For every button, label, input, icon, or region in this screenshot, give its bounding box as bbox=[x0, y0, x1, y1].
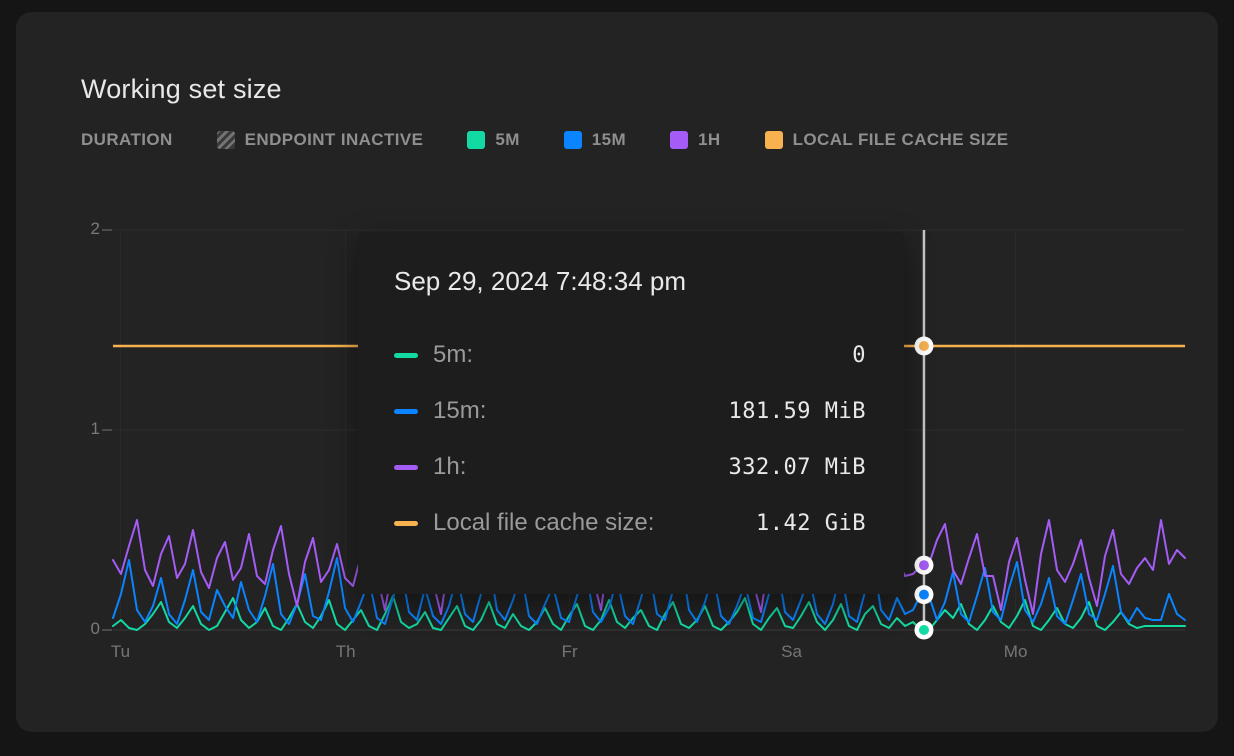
x-tick-label: Fr bbox=[540, 642, 600, 662]
tooltip-row-value: 181.59 MiB bbox=[729, 399, 866, 424]
series-dash-icon bbox=[394, 465, 418, 470]
x-tick-label: Mo bbox=[986, 642, 1046, 662]
working-set-size-card: Working set size DURATION ENDPOINT INACT… bbox=[16, 12, 1218, 732]
y-tick-label: 2 bbox=[56, 219, 100, 239]
cursor-marker-1h bbox=[919, 560, 929, 570]
tooltip-row: 5m: 0 bbox=[394, 327, 866, 383]
tooltip-row-label: 1h: bbox=[433, 453, 466, 481]
tooltip-row-value: 0 bbox=[852, 343, 866, 368]
series-dash-icon bbox=[394, 521, 418, 526]
tooltip-row-label: 15m: bbox=[433, 397, 486, 425]
tooltip-row: 15m: 181.59 MiB bbox=[394, 383, 866, 439]
y-tick-label: 1 bbox=[56, 419, 100, 439]
cursor-marker-15m bbox=[919, 590, 929, 600]
tooltip-row-label: 5m: bbox=[433, 341, 473, 369]
series-dash-icon bbox=[394, 409, 418, 414]
tooltip-row-value: 332.07 MiB bbox=[729, 455, 866, 480]
cursor-marker-5m bbox=[919, 625, 929, 635]
tooltip-row: Local file cache size: 1.42 GiB bbox=[394, 495, 866, 551]
y-tick-label: 0 bbox=[56, 619, 100, 639]
tooltip-row-value: 1.42 GiB bbox=[756, 511, 866, 536]
x-tick-label: Sa bbox=[762, 642, 822, 662]
tooltip-row-label: Local file cache size: bbox=[433, 509, 654, 537]
x-tick-label: Tu bbox=[91, 642, 151, 662]
tooltip-rows: 5m: 0 15m: 181.59 MiB 1h: 332.07 MiB Loc… bbox=[394, 327, 866, 551]
tooltip: Sep 29, 2024 7:48:34 pm 5m: 0 15m: 181.5… bbox=[358, 232, 904, 594]
series-dash-icon bbox=[394, 353, 418, 358]
cursor-marker-local_file_cache_size bbox=[919, 341, 929, 351]
tooltip-timestamp: Sep 29, 2024 7:48:34 pm bbox=[394, 266, 866, 297]
x-tick-label: Th bbox=[316, 642, 376, 662]
tooltip-row: 1h: 332.07 MiB bbox=[394, 439, 866, 495]
